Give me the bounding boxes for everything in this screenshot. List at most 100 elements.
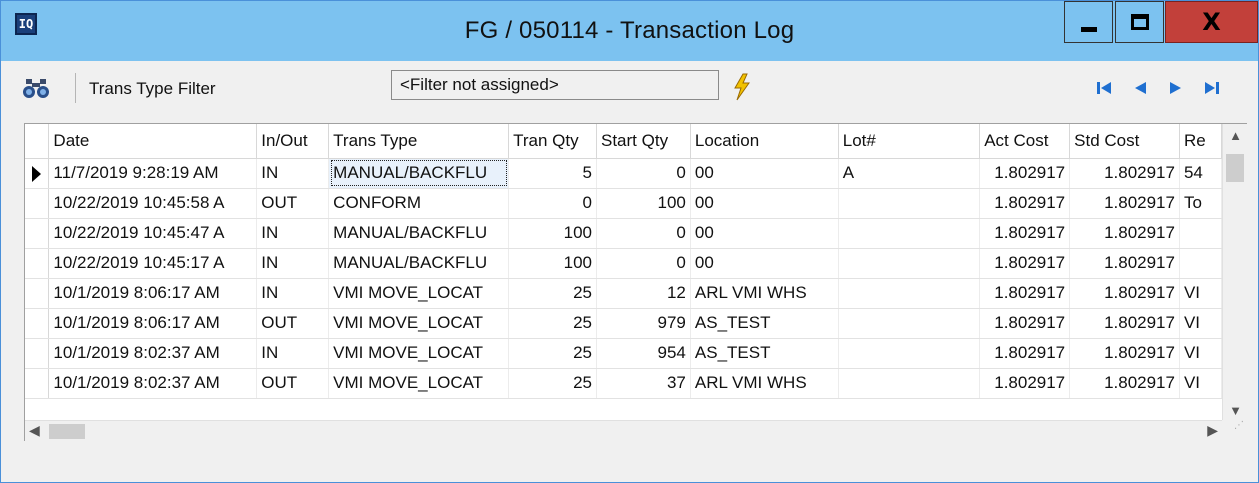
cell-lot[interactable]: A [838, 158, 981, 189]
cell-std-cost[interactable]: 1.802917 [1069, 278, 1180, 309]
table-row[interactable]: 10/1/2019 8:06:17 AM IN VMI MOVE_LOCAT 2… [25, 278, 1222, 309]
cell-start-qty[interactable]: 0 [596, 218, 691, 249]
cell-date[interactable]: 10/22/2019 10:45:17 A [48, 248, 258, 279]
cell-date[interactable]: 11/7/2019 9:28:19 AM [48, 158, 258, 189]
cell-in-out[interactable]: IN [256, 338, 330, 369]
minimize-button[interactable] [1064, 1, 1113, 43]
cell-act-cost[interactable]: 1.802917 [979, 248, 1071, 279]
vertical-scrollbar[interactable]: ▲ ▼ [1222, 124, 1247, 420]
first-record-button[interactable] [1093, 78, 1115, 98]
column-header-tran-qty[interactable]: Tran Qty [508, 124, 597, 159]
cell-location[interactable]: 00 [690, 248, 839, 279]
cell-act-cost[interactable]: 1.802917 [979, 338, 1071, 369]
cell-trans-type[interactable]: VMI MOVE_LOCAT [328, 278, 510, 309]
scroll-left-icon[interactable]: ◀ [29, 422, 40, 439]
cell-tran-qty[interactable]: 25 [508, 278, 597, 309]
column-header-date[interactable]: Date [48, 124, 258, 159]
table-row[interactable]: 10/22/2019 10:45:17 A IN MANUAL/BACKFLU … [25, 248, 1222, 279]
scroll-right-icon[interactable]: ▶ [1207, 422, 1218, 439]
cell-tran-qty[interactable]: 25 [508, 338, 597, 369]
cell-act-cost[interactable]: 1.802917 [979, 158, 1071, 189]
cell-in-out[interactable]: IN [256, 218, 330, 249]
horizontal-scroll-thumb[interactable] [49, 424, 85, 439]
cell-trans-type[interactable]: CONFORM [328, 188, 510, 219]
cell-in-out[interactable]: OUT [256, 188, 330, 219]
close-button[interactable]: X [1165, 1, 1258, 43]
cell-std-cost[interactable]: 1.802917 [1069, 308, 1180, 339]
scroll-down-icon[interactable]: ▼ [1223, 403, 1248, 418]
column-header-re[interactable]: Re [1179, 124, 1222, 159]
table-row[interactable]: 10/1/2019 8:02:37 AM OUT VMI MOVE_LOCAT … [25, 368, 1222, 399]
cell-trans-type[interactable]: VMI MOVE_LOCAT [328, 308, 510, 339]
cell-trans-type[interactable]: VMI MOVE_LOCAT [328, 338, 510, 369]
cell-location[interactable]: ARL VMI WHS [690, 368, 839, 399]
column-header-lot[interactable]: Lot# [838, 124, 981, 159]
trans-type-filter-field[interactable]: <Filter not assigned> [391, 70, 719, 100]
cell-re[interactable]: VI [1179, 308, 1222, 339]
cell-location[interactable]: 00 [690, 218, 839, 249]
cell-date[interactable]: 10/1/2019 8:02:37 AM [48, 368, 258, 399]
cell-in-out[interactable]: IN [256, 158, 330, 189]
cell-date[interactable]: 10/22/2019 10:45:47 A [48, 218, 258, 249]
cell-tran-qty[interactable]: 100 [508, 218, 597, 249]
cell-location[interactable]: 00 [690, 188, 839, 219]
cell-lot[interactable] [838, 248, 981, 279]
cell-start-qty[interactable]: 37 [596, 368, 691, 399]
cell-std-cost[interactable]: 1.802917 [1069, 218, 1180, 249]
cell-in-out[interactable]: OUT [256, 308, 330, 339]
table-row[interactable]: 11/7/2019 9:28:19 AM IN MANUAL/BACKFLU 5… [25, 158, 1222, 189]
last-record-button[interactable] [1201, 78, 1223, 98]
cell-tran-qty[interactable]: 0 [508, 188, 597, 219]
cell-re[interactable]: VI [1179, 278, 1222, 309]
cell-lot[interactable] [838, 368, 981, 399]
cell-in-out[interactable]: IN [256, 278, 330, 309]
cell-tran-qty[interactable]: 100 [508, 248, 597, 279]
cell-date[interactable]: 10/1/2019 8:06:17 AM [48, 278, 258, 309]
cell-re[interactable] [1179, 248, 1222, 279]
column-header-act-cost[interactable]: Act Cost [979, 124, 1071, 159]
cell-start-qty[interactable]: 0 [596, 158, 691, 189]
binoculars-icon[interactable] [23, 77, 49, 99]
table-row[interactable]: 10/1/2019 8:06:17 AM OUT VMI MOVE_LOCAT … [25, 308, 1222, 339]
horizontal-scrollbar[interactable]: ◀ ▶ [25, 420, 1222, 441]
cell-lot[interactable] [838, 278, 981, 309]
cell-location[interactable]: AS_TEST [690, 308, 839, 339]
cell-std-cost[interactable]: 1.802917 [1069, 188, 1180, 219]
cell-act-cost[interactable]: 1.802917 [979, 308, 1071, 339]
maximize-button[interactable] [1115, 1, 1164, 43]
cell-tran-qty[interactable]: 25 [508, 308, 597, 339]
column-header-location[interactable]: Location [690, 124, 839, 159]
cell-date[interactable]: 10/1/2019 8:06:17 AM [48, 308, 258, 339]
scroll-up-icon[interactable]: ▲ [1223, 128, 1248, 143]
lightning-icon[interactable] [731, 73, 753, 101]
cell-trans-type[interactable]: MANUAL/BACKFLU [328, 218, 510, 249]
previous-record-button[interactable] [1129, 78, 1151, 98]
cell-trans-type[interactable]: MANUAL/BACKFLU [328, 248, 510, 279]
cell-date[interactable]: 10/22/2019 10:45:58 A [48, 188, 258, 219]
resize-grip-icon[interactable]: ⋰ [1222, 420, 1247, 441]
cell-re[interactable]: To [1179, 188, 1222, 219]
cell-trans-type[interactable]: MANUAL/BACKFLU [328, 158, 510, 189]
cell-re[interactable]: 54 [1179, 158, 1222, 189]
table-row[interactable]: 10/22/2019 10:45:47 A IN MANUAL/BACKFLU … [25, 218, 1222, 249]
cell-start-qty[interactable]: 12 [596, 278, 691, 309]
cell-std-cost[interactable]: 1.802917 [1069, 338, 1180, 369]
cell-std-cost[interactable]: 1.802917 [1069, 368, 1180, 399]
cell-std-cost[interactable]: 1.802917 [1069, 158, 1180, 189]
cell-start-qty[interactable]: 0 [596, 248, 691, 279]
cell-date[interactable]: 10/1/2019 8:02:37 AM [48, 338, 258, 369]
cell-location[interactable]: AS_TEST [690, 338, 839, 369]
table-row[interactable]: 10/22/2019 10:45:58 A OUT CONFORM 0 100 … [25, 188, 1222, 219]
cell-act-cost[interactable]: 1.802917 [979, 188, 1071, 219]
title-bar[interactable]: IQ FG / 050114 - Transaction Log X [1, 1, 1258, 61]
cell-in-out[interactable]: OUT [256, 368, 330, 399]
cell-location[interactable]: ARL VMI WHS [690, 278, 839, 309]
cell-start-qty[interactable]: 954 [596, 338, 691, 369]
column-header-trans-type[interactable]: Trans Type [328, 124, 510, 159]
cell-re[interactable] [1179, 218, 1222, 249]
cell-std-cost[interactable]: 1.802917 [1069, 248, 1180, 279]
cell-in-out[interactable]: IN [256, 248, 330, 279]
table-row[interactable]: 10/1/2019 8:02:37 AM IN VMI MOVE_LOCAT 2… [25, 338, 1222, 369]
cell-lot[interactable] [838, 308, 981, 339]
column-header-start-qty[interactable]: Start Qty [596, 124, 691, 159]
